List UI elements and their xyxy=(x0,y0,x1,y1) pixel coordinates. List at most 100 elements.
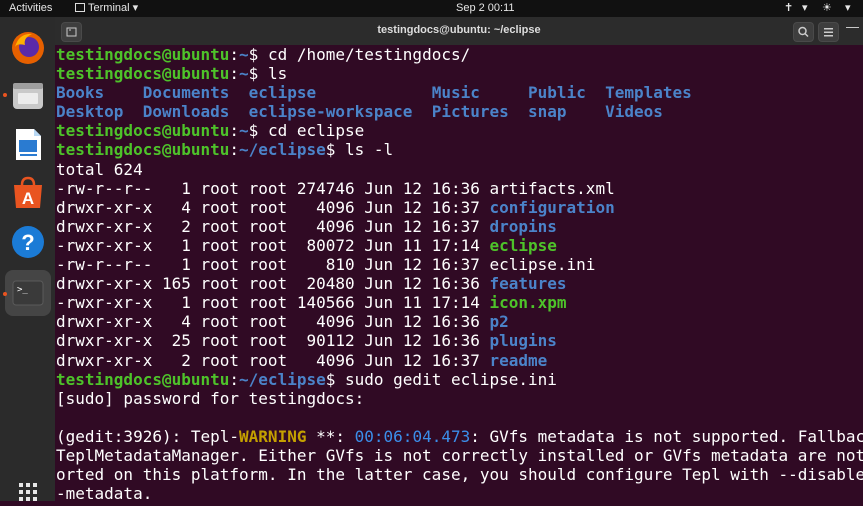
terminal-output[interactable]: testingdocs@ubuntu:~$ cd /home/testingdo… xyxy=(55,45,863,501)
terminal-line: -metadata. xyxy=(55,484,863,501)
terminal-launcher[interactable]: >_ xyxy=(5,270,51,316)
chevron-down-icon: ▾ xyxy=(132,2,139,14)
terminal-line: drwxr-xr-x 25 root root 90112 Jun 12 16:… xyxy=(55,331,863,350)
document-icon xyxy=(16,129,41,160)
terminal-text: drwxr-xr-x 2 root root 4096 Jun 12 16:37 xyxy=(56,216,490,236)
terminal-text: Public xyxy=(528,83,606,103)
firefox-launcher[interactable] xyxy=(5,25,51,71)
terminal-text: $ ls -l xyxy=(325,140,394,160)
terminal-text: -rwxr-xr-x 1 root root 80072 Jun 11 17:1… xyxy=(56,235,490,255)
terminal-text: Templates xyxy=(605,83,692,103)
files-launcher[interactable] xyxy=(5,72,51,118)
activities-button[interactable]: Activities xyxy=(9,1,52,16)
terminal-line: testingdocs@ubuntu:~$ cd /home/testingdo… xyxy=(55,45,863,64)
status-dropdown-icon[interactable]: ▾ xyxy=(802,1,808,16)
terminal-line: total 624 xyxy=(55,160,863,179)
terminal-text: ~/eclipse xyxy=(239,369,326,389)
search-button[interactable] xyxy=(793,22,814,42)
help-launcher[interactable]: ? xyxy=(5,219,51,265)
svg-text:?: ? xyxy=(21,230,34,255)
terminal-text: : xyxy=(229,369,240,389)
system-menu-icon[interactable]: ▾ xyxy=(845,1,851,16)
accessibility-icon[interactable]: ✝ xyxy=(784,1,793,16)
terminal-text: orted on this platform. In the latter ca… xyxy=(56,465,863,485)
minimize-button[interactable]: — xyxy=(846,19,859,34)
top-bar: Activities Terminal ▾ Sep 2 00:11 ✝ ▾ ☀ … xyxy=(0,0,863,17)
terminal-text: $ cd /home/testingdocs/ xyxy=(248,45,471,64)
terminal-line: drwxr-xr-x 2 root root 4096 Jun 12 16:37… xyxy=(55,217,863,236)
terminal-text: drwxr-xr-x 165 root root 20480 Jun 12 16… xyxy=(56,274,490,294)
terminal-text: eclipse xyxy=(248,83,432,103)
hamburger-menu-icon xyxy=(824,28,833,37)
terminal-text: readme xyxy=(489,350,548,370)
terminal-text: : xyxy=(229,121,240,141)
show-applications-button[interactable] xyxy=(5,479,51,501)
terminal-line: -rwxr-xr-x 1 root root 80072 Jun 11 17:1… xyxy=(55,236,863,255)
terminal-text: testingdocs@ubuntu xyxy=(56,369,230,389)
terminal-text: -metadata. xyxy=(56,484,153,501)
app-grid-icon xyxy=(19,483,37,501)
svg-text:A: A xyxy=(22,189,34,208)
terminal-text: 00:06:04.473 xyxy=(354,426,471,446)
terminal-text: Music xyxy=(431,83,529,103)
terminal-text: total 624 xyxy=(56,159,143,179)
terminal-text: Pictures xyxy=(431,102,529,122)
terminal-text: configuration xyxy=(489,197,615,217)
app-menu[interactable]: Terminal ▾ xyxy=(75,1,138,16)
terminal-text: eclipse-workspace xyxy=(248,102,432,122)
terminal-line: orted on this platform. In the latter ca… xyxy=(55,465,863,484)
terminal-text: Videos xyxy=(605,102,663,122)
terminal-text: **: xyxy=(306,426,355,446)
terminal-line: drwxr-xr-x 4 root root 4096 Jun 12 16:37… xyxy=(55,198,863,217)
software-store-icon: A xyxy=(14,176,42,208)
terminal-app-icon xyxy=(75,3,85,12)
terminal-line: testingdocs@ubuntu:~$ ls xyxy=(55,64,863,83)
terminal-text: WARNING xyxy=(239,426,307,446)
terminal-line: testingdocs@ubuntu:~$ cd eclipse xyxy=(55,121,863,140)
terminal-text: Documents xyxy=(142,83,249,103)
terminal-text: testingdocs@ubuntu xyxy=(56,121,230,141)
night-light-icon[interactable]: ☀ xyxy=(822,1,832,16)
terminal-text: snap xyxy=(528,102,606,122)
terminal-text: Desktop xyxy=(56,102,143,122)
menu-button[interactable] xyxy=(818,22,839,42)
writer-launcher[interactable] xyxy=(5,121,51,167)
terminal-text: $ cd eclipse xyxy=(248,121,365,141)
terminal-text: ~/eclipse xyxy=(239,140,326,160)
terminal-text: drwxr-xr-x 4 root root 4096 Jun 12 16:36 xyxy=(56,312,490,332)
terminal-text: -rw-r--r-- 1 root root 810 Jun 12 16:37 … xyxy=(56,255,596,275)
clock[interactable]: Sep 2 00:11 xyxy=(456,1,515,16)
terminal-text: icon.xpm xyxy=(489,293,567,313)
terminal-line: testingdocs@ubuntu:~/eclipse$ sudo gedit… xyxy=(55,370,863,389)
terminal-text: ~ xyxy=(239,64,249,84)
terminal-icon: >_ xyxy=(12,280,44,306)
terminal-text: : GVfs metadata is not supported. Fallba… xyxy=(470,426,863,446)
terminal-text: ~ xyxy=(239,45,249,64)
terminal-text: Downloads xyxy=(142,102,249,122)
terminal-line: -rw-r--r-- 1 root root 274746 Jun 12 16:… xyxy=(55,179,863,198)
terminal-text: drwxr-xr-x 2 root root 4096 Jun 12 16:37 xyxy=(56,350,490,370)
terminal-text: : xyxy=(229,64,240,84)
terminal-text: features xyxy=(489,274,567,294)
search-icon xyxy=(798,26,809,38)
terminal-text: drwxr-xr-x 25 root root 90112 Jun 12 16:… xyxy=(56,331,490,351)
terminal-text: testingdocs@ubuntu xyxy=(56,64,230,84)
folder-icon xyxy=(13,83,43,109)
terminal-text: : xyxy=(229,140,240,160)
terminal-text: testingdocs@ubuntu xyxy=(56,140,230,160)
terminal-text: [sudo] password for testingdocs: xyxy=(56,388,365,408)
terminal-text: drwxr-xr-x 4 root root 4096 Jun 12 16:37 xyxy=(56,197,490,217)
terminal-text: eclipse xyxy=(489,235,557,255)
terminal-text: ~ xyxy=(239,121,249,141)
help-icon: ? xyxy=(12,226,44,258)
terminal-text: Books xyxy=(56,83,143,103)
software-launcher[interactable]: A xyxy=(5,169,51,215)
window-title: testingdocs@ubuntu: ~/eclipse xyxy=(377,24,541,36)
window-titlebar[interactable]: testingdocs@ubuntu: ~/eclipse — xyxy=(55,17,863,45)
terminal-text: : xyxy=(229,45,240,64)
terminal-line: Desktop Downloads eclipse-workspace Pict… xyxy=(55,102,863,121)
terminal-line: drwxr-xr-x 2 root root 4096 Jun 12 16:37… xyxy=(55,351,863,370)
svg-text:>_: >_ xyxy=(17,285,28,295)
terminal-text: $ sudo gedit eclipse.ini xyxy=(325,369,557,389)
